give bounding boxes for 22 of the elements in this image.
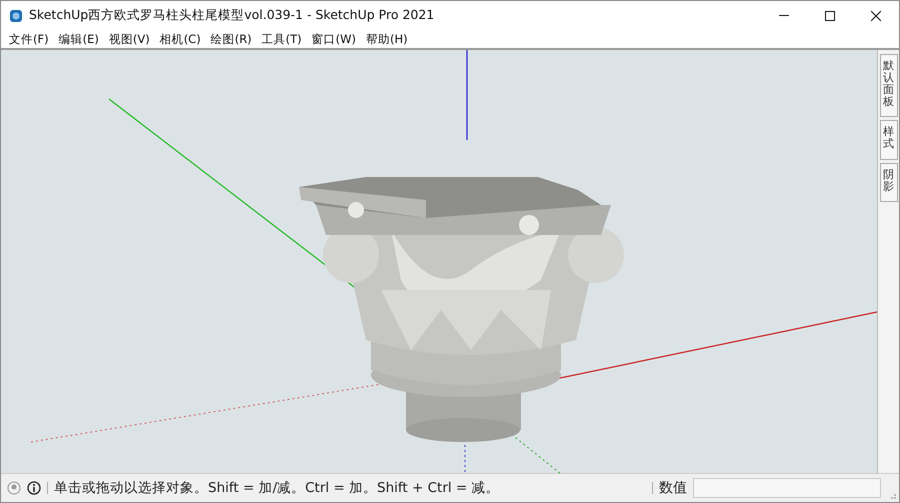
window-title: SketchUp西方欧式罗马柱头柱尾模型vol.039-1 - SketchUp Pro 2021	[29, 7, 436, 24]
panel-tab[interactable]: 默认面板	[880, 54, 898, 118]
close-icon	[871, 10, 881, 20]
panel-tab[interactable]: 阴影	[880, 162, 898, 202]
minimize-icon	[779, 15, 789, 16]
menu-item[interactable]: 文件(F)	[5, 32, 55, 46]
menu-item[interactable]: 帮助(H)	[362, 32, 414, 46]
value-input-field[interactable]	[693, 478, 881, 498]
menu-item[interactable]: 绘图(R)	[206, 32, 258, 46]
menu-item[interactable]: 工具(T)	[258, 32, 308, 46]
lightbulb-icon[interactable]	[7, 481, 21, 495]
panel-tab[interactable]: 样式	[880, 120, 898, 160]
status-message: 单击或拖动以选择对象。Shift = 加/减。Ctrl = 加。Shift + Ctrl = 减。	[54, 479, 500, 497]
menu-item[interactable]: 窗口(W)	[308, 32, 362, 46]
maximize-icon	[825, 10, 835, 20]
info-icon[interactable]	[27, 481, 41, 495]
menu-item[interactable]: 相机(C)	[156, 32, 207, 46]
model-viewport[interactable]	[1, 50, 877, 473]
value-label: 数值	[659, 479, 687, 497]
app-logo-icon	[9, 8, 23, 22]
menu-item[interactable]: 视图(V)	[104, 32, 156, 46]
menu-item[interactable]: 编辑(E)	[54, 32, 105, 46]
